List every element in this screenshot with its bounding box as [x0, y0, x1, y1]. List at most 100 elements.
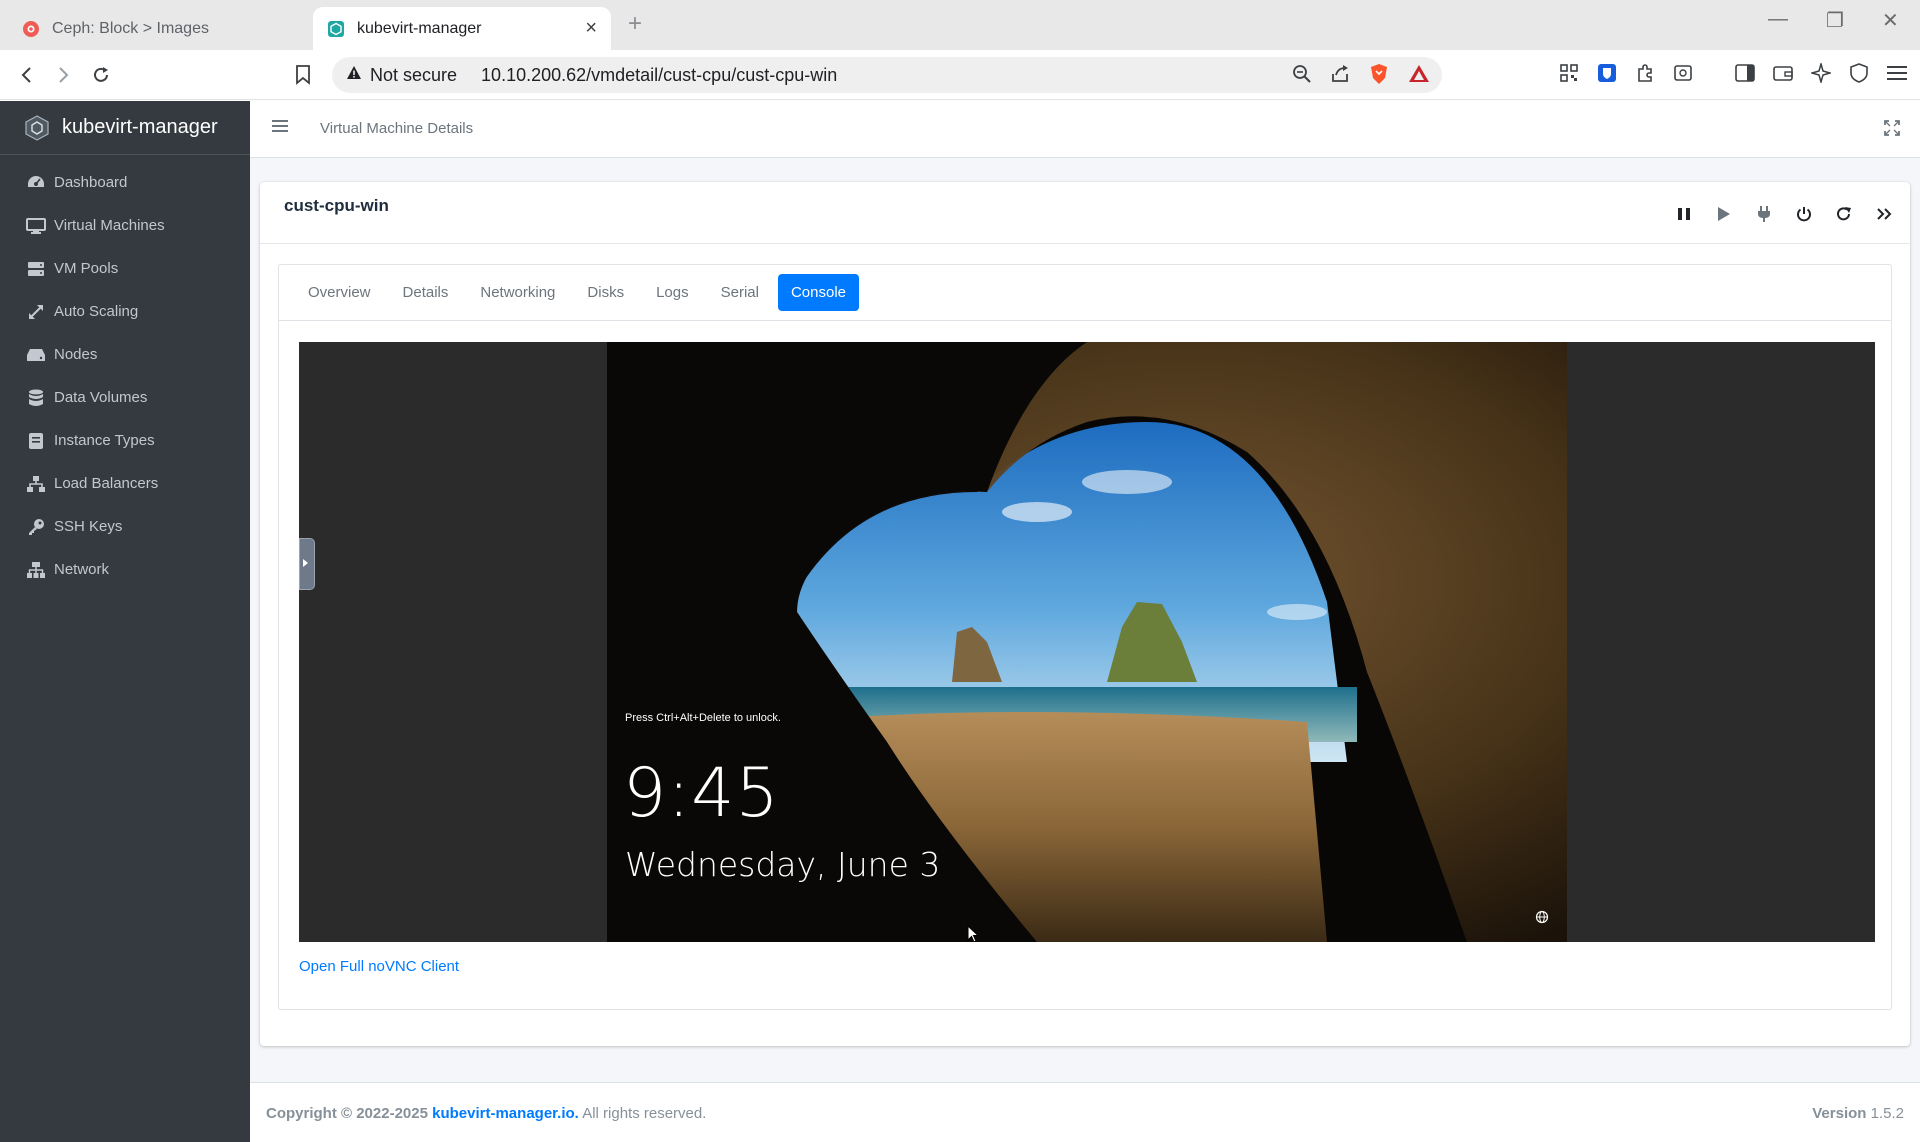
sidebar-item-nodes[interactable]: Nodes: [0, 333, 250, 376]
sidebar-item-label: Data Volumes: [54, 389, 148, 406]
key-icon: [26, 518, 46, 536]
vpn-icon[interactable]: [1848, 62, 1870, 84]
vm-details-card: cust-cpu-win Overview Details Networking…: [260, 182, 1910, 1046]
play-icon[interactable]: [1714, 204, 1734, 224]
mouse-cursor-icon: [967, 924, 980, 942]
share-icon[interactable]: [1330, 64, 1350, 89]
sidebar-item-auto-scaling[interactable]: Auto Scaling: [0, 290, 250, 333]
restore-icon[interactable]: ❐: [1826, 8, 1844, 33]
page-breadcrumb[interactable]: Virtual Machine Details: [320, 120, 473, 137]
forward-icon[interactable]: [1874, 204, 1894, 224]
power-icon[interactable]: [1794, 204, 1814, 224]
app-topbar: Virtual Machine Details: [250, 101, 1920, 158]
browser-tab-kubevirt[interactable]: kubevirt-manager ×: [313, 7, 611, 50]
windows-lock-screen[interactable]: Press Ctrl+Alt+Delete to unlock. 9:45 We…: [607, 342, 1567, 942]
window-close-icon[interactable]: ✕: [1882, 8, 1899, 33]
zoom-icon[interactable]: [1292, 64, 1312, 89]
sidebar-item-label: Network: [54, 561, 110, 578]
tab-serial[interactable]: Serial: [708, 274, 772, 311]
fullscreen-icon[interactable]: [1884, 120, 1900, 141]
tab-networking[interactable]: Networking: [467, 274, 568, 311]
browser-tabstrip: Ceph: Block > Images kubevirt-manager × …: [0, 0, 1920, 50]
address-bar[interactable]: Not secure 10.10.200.62/vmdetail/cust-cp…: [332, 57, 1442, 93]
vm-tabs-panel: Overview Details Networking Disks Logs S…: [278, 264, 1892, 1010]
desktop-icon: [26, 217, 46, 235]
reader-icon[interactable]: [1672, 62, 1694, 84]
sidebar-item-load-balancers[interactable]: Load Balancers: [0, 462, 250, 505]
version-label: Version: [1812, 1105, 1867, 1122]
version-value: 1.5.2: [1870, 1105, 1904, 1122]
vm-name: cust-cpu-win: [284, 196, 389, 215]
hdd-icon: [26, 346, 46, 364]
copyright-prefix: Copyright © 2022-2025: [266, 1105, 428, 1122]
kubevirt-manager-link[interactable]: kubevirt-manager.io.: [432, 1105, 579, 1122]
list-icon: [26, 432, 46, 450]
copyright: Copyright © 2022-2025 kubevirt-manager.i…: [266, 1105, 706, 1122]
back-icon[interactable]: [14, 62, 40, 88]
sidebar-item-label: SSH Keys: [54, 518, 123, 535]
warning-icon[interactable]: [346, 65, 362, 86]
sidebar-item-data-volumes[interactable]: Data Volumes: [0, 376, 250, 419]
tab-console[interactable]: Console: [777, 274, 860, 311]
copyright-suffix: All rights reserved.: [582, 1105, 707, 1122]
version-info: Version 1.5.2: [1812, 1105, 1904, 1122]
reload-icon[interactable]: [88, 62, 114, 88]
browser-tab-title: kubevirt-manager: [357, 19, 482, 37]
hamburger-menu-icon[interactable]: [272, 119, 290, 137]
vm-tabs: Overview Details Networking Disks Logs S…: [279, 265, 1891, 321]
content-area: cust-cpu-win Overview Details Networking…: [250, 158, 1920, 1082]
bookmark-icon[interactable]: [290, 62, 316, 88]
redo-icon[interactable]: [1834, 204, 1854, 224]
bitwarden-icon[interactable]: [1596, 62, 1618, 84]
url-text[interactable]: 10.10.200.62/vmdetail/cust-cpu/cust-cpu-…: [481, 65, 837, 86]
plug-icon[interactable]: [1754, 204, 1774, 224]
security-label[interactable]: Not secure: [370, 65, 457, 86]
tab-disks[interactable]: Disks: [574, 274, 637, 311]
vnc-console[interactable]: Press Ctrl+Alt+Delete to unlock. 9:45 We…: [299, 342, 1875, 942]
new-tab-icon[interactable]: +: [628, 10, 642, 38]
kubevirt-logo-icon: [24, 114, 50, 141]
browser-tab-ceph[interactable]: Ceph: Block > Images: [0, 7, 310, 50]
sidebar-item-label: Load Balancers: [54, 475, 159, 492]
sidebar-item-label: Nodes: [54, 346, 98, 363]
forward-nav-icon[interactable]: [50, 62, 76, 88]
qr-code-icon[interactable]: [1558, 62, 1580, 84]
vm-actions: [1674, 204, 1894, 224]
menu-icon[interactable]: [1886, 62, 1908, 84]
tab-logs[interactable]: Logs: [643, 274, 702, 311]
leo-ai-icon[interactable]: [1810, 62, 1832, 84]
close-tab-icon[interactable]: ×: [585, 17, 597, 40]
extensions-icon[interactable]: [1634, 62, 1656, 84]
sidebar-item-virtual-machines[interactable]: Virtual Machines: [0, 204, 250, 247]
dashboard-icon: [26, 174, 46, 192]
tab-details[interactable]: Details: [390, 274, 462, 311]
network-status-icon[interactable]: [1535, 910, 1549, 924]
sidebar-toggle-icon[interactable]: [1734, 62, 1756, 84]
novnc-sidebar-handle[interactable]: [299, 538, 315, 590]
sidebar-item-label: Instance Types: [54, 432, 155, 449]
lock-time: 9:45: [623, 754, 780, 833]
tab-overview[interactable]: Overview: [295, 274, 384, 311]
pause-icon[interactable]: [1674, 204, 1694, 224]
resize-icon: [26, 303, 46, 321]
sidebar-item-label: Dashboard: [54, 174, 128, 191]
unlock-hint: Press Ctrl+Alt+Delete to unlock.: [625, 712, 781, 724]
sidebar-nav: Dashboard Virtual Machines VM Pools Auto…: [0, 155, 250, 591]
sidebar-item-instance-types[interactable]: Instance Types: [0, 419, 250, 462]
browser-tab-title: Ceph: Block > Images: [52, 19, 209, 37]
card-header: cust-cpu-win: [260, 182, 1910, 244]
sidebar-item-network[interactable]: Network: [0, 548, 250, 591]
kubevirt-icon: [327, 20, 345, 38]
open-novnc-link[interactable]: Open Full noVNC Client: [299, 958, 459, 975]
brave-rewards-icon[interactable]: [1408, 63, 1430, 90]
sidebar-item-vm-pools[interactable]: VM Pools: [0, 247, 250, 290]
sidebar-item-label: Auto Scaling: [54, 303, 139, 320]
brave-shield-icon[interactable]: [1368, 63, 1390, 90]
browser-toolbar: Not secure 10.10.200.62/vmdetail/cust-cp…: [0, 50, 1920, 100]
brand[interactable]: kubevirt-manager: [0, 101, 250, 155]
wallet-icon[interactable]: [1772, 62, 1794, 84]
network-icon: [26, 561, 46, 579]
sidebar-item-dashboard[interactable]: Dashboard: [0, 161, 250, 204]
minimize-icon[interactable]: —: [1768, 8, 1788, 31]
sidebar-item-ssh-keys[interactable]: SSH Keys: [0, 505, 250, 548]
